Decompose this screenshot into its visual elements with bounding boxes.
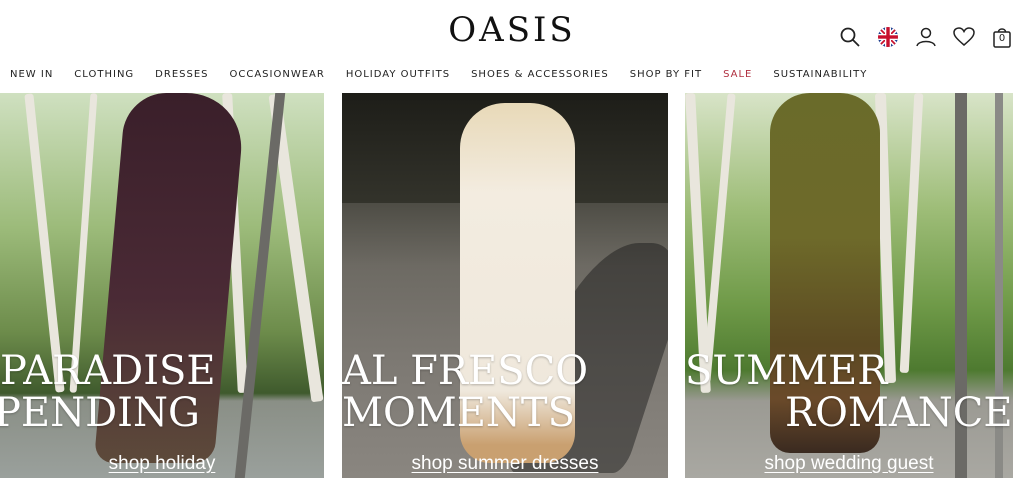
header-icons: 0: [824, 24, 1014, 50]
nav-item-sale[interactable]: SALE: [723, 69, 752, 80]
hero-headline-line1: AL FRESCO: [342, 348, 589, 394]
nav-item-occasionwear[interactable]: OCCASIONWEAR: [230, 69, 325, 80]
nav-item-dresses[interactable]: DRESSES: [155, 69, 208, 80]
hero-headline-line2: ROMANCE: [785, 390, 1013, 436]
nav-item-sustainability[interactable]: SUSTAINABILITY: [773, 69, 867, 80]
hero-panels: PARADISE PENDING shop holiday AL FRESCO …: [0, 93, 1024, 478]
nav-item-shoes-accessories[interactable]: SHOES & ACCESSORIES: [471, 69, 609, 80]
hero-panel-paradise-pending[interactable]: PARADISE PENDING shop holiday: [0, 93, 324, 478]
hero-panel-al-fresco-moments[interactable]: AL FRESCO MOMENTS shop summer dresses: [342, 93, 668, 478]
nav-item-clothing[interactable]: CLOTHING: [74, 69, 134, 80]
wishlist-heart-icon[interactable]: [952, 25, 976, 49]
nav-item-shop-by-fit[interactable]: SHOP BY FIT: [630, 69, 702, 80]
hero-headline-line2: MOMENTS: [342, 390, 575, 436]
hero-panel-summer-romance[interactable]: SUMMER ROMANCE shop wedding guest: [685, 93, 1013, 478]
bag-icon[interactable]: 0: [990, 25, 1014, 49]
shop-holiday-link[interactable]: shop holiday: [0, 453, 324, 475]
site-header: OASIS 0: [0, 0, 1024, 64]
search-icon[interactable]: [838, 25, 862, 49]
bag-count: 0: [998, 33, 1006, 44]
nav-item-new-in[interactable]: NEW IN: [10, 69, 53, 80]
shop-summer-dresses-link[interactable]: shop summer dresses: [342, 453, 668, 475]
hero-headline-line2: PENDING: [0, 390, 200, 436]
shop-wedding-guest-link[interactable]: shop wedding guest: [685, 453, 1013, 475]
account-icon[interactable]: [914, 25, 938, 49]
main-nav: NEW IN CLOTHING DRESSES OCCASIONWEAR HOL…: [10, 69, 888, 80]
hero-headline-line1: PARADISE: [0, 348, 216, 394]
uk-flag-icon[interactable]: [876, 25, 900, 49]
hero-headline-line1: SUMMER: [685, 348, 888, 394]
nav-item-holiday-outfits[interactable]: HOLIDAY OUTFITS: [346, 69, 450, 80]
